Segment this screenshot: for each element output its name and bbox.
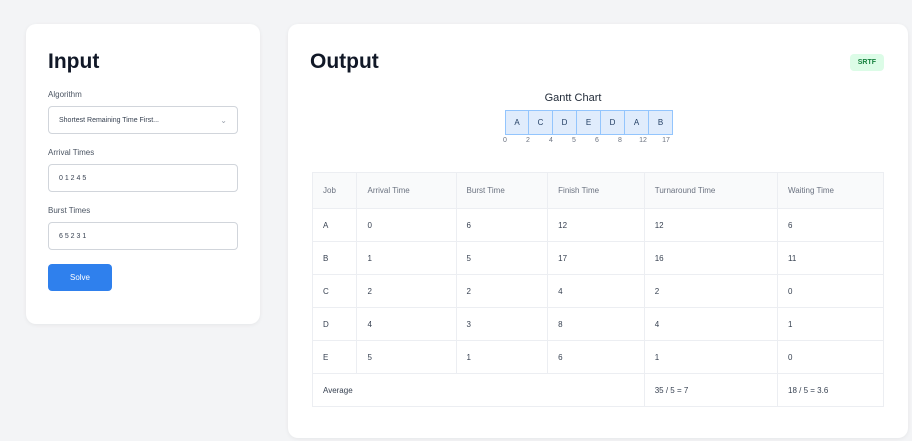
gantt-ticks: 0 2 4 5 6 8 12 17 — [500, 137, 700, 149]
results-table: Job Arrival Time Burst Time Finish Time Turn… — [311, 172, 884, 407]
table-cell: 8 — [547, 307, 645, 341]
gantt-tick: 12 — [639, 137, 647, 144]
table-cell: 0 — [777, 274, 884, 308]
gantt-block: A — [505, 110, 529, 135]
table-cell: 12 — [643, 208, 779, 242]
gantt-block: D — [553, 110, 577, 135]
column-header: Burst Time — [455, 172, 549, 209]
table-cell: 1 — [356, 241, 457, 275]
algorithm-select[interactable]: Shortest Remaining Time First... ⌄ — [48, 106, 238, 134]
algorithm-badge: SRTF — [849, 53, 884, 71]
table-cell: E — [311, 340, 358, 374]
table-cell: 1 — [777, 307, 884, 341]
table-cell: 2 — [643, 274, 779, 308]
gantt-tick: 4 — [549, 137, 553, 144]
table-row: A 0 6 12 12 6 — [311, 208, 884, 242]
gantt-title: Gantt Chart — [544, 92, 602, 104]
column-header: Arrival Time — [356, 172, 457, 209]
table-cell: 4 — [356, 307, 457, 341]
arrival-times-value: 0 1 2 4 5 — [59, 174, 87, 182]
output-panel: Output SRTF Gantt Chart ACDEDAB 0 2 4 5 6 8 12… — [288, 24, 908, 438]
table-cell: 16 — [643, 241, 779, 275]
column-header: Waiting Time — [777, 172, 884, 209]
gantt-block: B — [649, 110, 673, 135]
burst-times-value: 6 5 2 3 1 — [59, 232, 87, 240]
gantt-tick: 0 — [503, 137, 507, 144]
gantt-tick: 5 — [572, 137, 576, 144]
table-row: B 1 5 17 16 11 — [311, 241, 884, 275]
table-header-row: Job Arrival Time Burst Time Finish Time Turn… — [311, 172, 884, 209]
table-cell: 6 — [777, 208, 884, 242]
table-cell: 1 — [455, 340, 549, 374]
gantt-block: E — [577, 110, 601, 135]
table-cell: 4 — [643, 307, 779, 341]
table-cell: A — [311, 208, 358, 242]
gantt-tick: 17 — [662, 137, 670, 144]
gantt-tick: 8 — [618, 137, 622, 144]
table-cell: 3 — [455, 307, 549, 341]
table-cell: 17 — [547, 241, 645, 275]
table-cell: 5 — [356, 340, 457, 374]
chevron-down-icon: ⌄ — [220, 115, 227, 125]
solve-button[interactable]: Solve — [48, 264, 112, 291]
table-row: E51610 — [311, 340, 884, 374]
column-header: Turnaround Time — [643, 172, 779, 209]
table-cell: D — [311, 307, 358, 341]
table-cell: C — [311, 274, 358, 308]
column-header: Job — [311, 172, 358, 209]
table-cell: 0 — [777, 340, 884, 374]
table-cell: 0 — [356, 208, 457, 242]
table-cell: 4 — [547, 274, 645, 308]
arrival-times-label: Arrival Times — [48, 148, 95, 157]
gantt-chart: Gantt Chart ACDEDAB 0 2 4 5 6 8 12 17 — [500, 92, 700, 149]
table-cell: 5 — [455, 241, 549, 275]
table-cell: 1 — [643, 340, 779, 374]
gantt-tick: 6 — [595, 137, 599, 144]
average-row: Average 35 / 5 = 7 18 / 5 = 3.6 — [312, 373, 884, 407]
burst-times-input[interactable]: 6 5 2 3 1 — [48, 222, 238, 250]
table-cell: B — [311, 241, 358, 275]
arrival-times-input[interactable]: 0 1 2 4 5 — [48, 164, 238, 192]
average-turnaround: 35 / 5 = 7 — [643, 373, 779, 407]
gantt-block: D — [601, 110, 625, 135]
average-label: Average — [312, 373, 645, 407]
table-cell: 2 — [356, 274, 457, 308]
gantt-block: C — [529, 110, 553, 135]
gantt-tick: 2 — [526, 137, 530, 144]
table-row: D43841 — [311, 307, 884, 341]
algorithm-value: Shortest Remaining Time First... — [59, 116, 159, 124]
table-cell: 6 — [547, 340, 645, 374]
table-cell: 11 — [777, 241, 884, 275]
output-title: Output — [310, 50, 379, 73]
column-header: Finish Time — [547, 172, 645, 209]
average-waiting: 18 / 5 = 3.6 — [777, 373, 884, 407]
input-title: Input — [48, 50, 100, 73]
burst-times-label: Burst Times — [48, 206, 91, 215]
table-row: C22420 — [311, 274, 884, 308]
table-cell: 6 — [455, 208, 549, 242]
output-header: Output SRTF — [310, 50, 886, 74]
gantt-bars: ACDEDAB — [505, 110, 700, 135]
algorithm-label: Algorithm — [48, 90, 82, 99]
table-body: A 0 6 12 12 6 B 1 5 17 16 11 C 2 2 4 2 0 D 4 3 8 4 1 E 5 1 6 1 0 Avera… — [311, 208, 884, 407]
table-cell: 2 — [455, 274, 549, 308]
table-cell: 12 — [547, 208, 645, 242]
gantt-block: A — [625, 110, 649, 135]
input-panel: Input Algorithm Shortest Remaining Time … — [26, 24, 260, 324]
